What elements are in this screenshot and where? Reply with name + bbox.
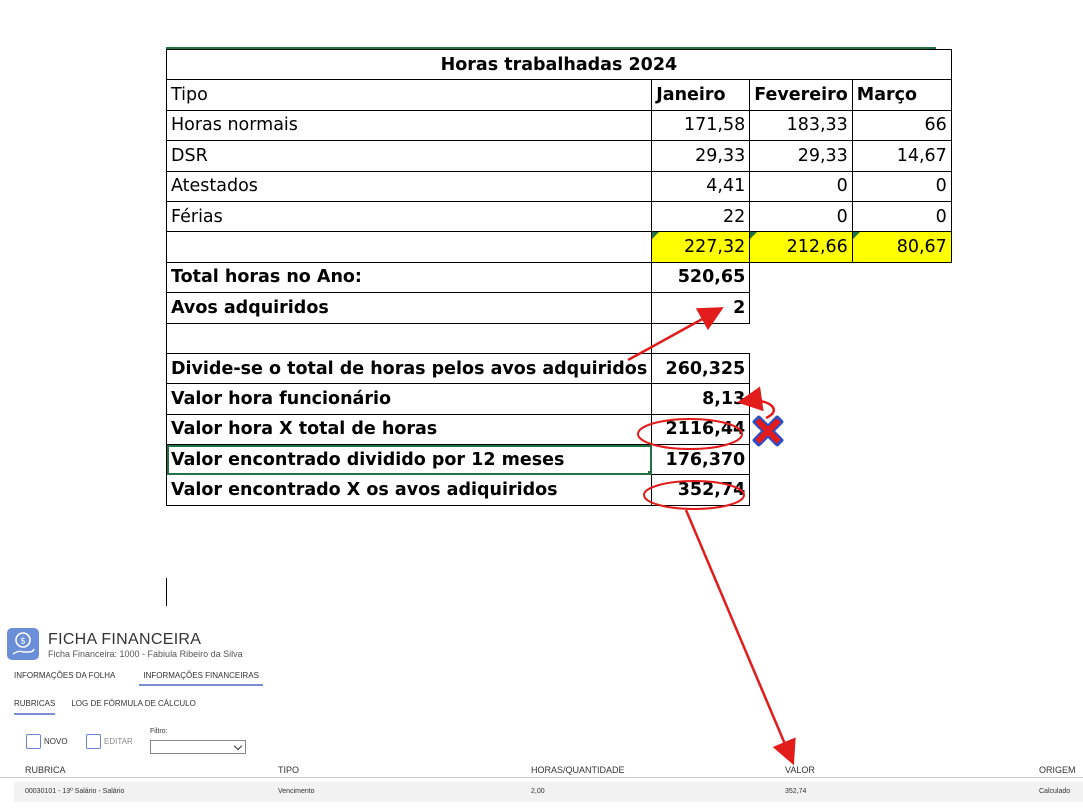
empty-cell	[750, 293, 952, 323]
new-button[interactable]: NOVO	[26, 734, 68, 749]
empty-cell	[750, 323, 952, 353]
col-valor[interactable]: VALOR	[785, 765, 815, 775]
cell-fev[interactable]: 183,33	[749, 109, 853, 142]
avos-value[interactable]: 2	[651, 292, 751, 324]
cell-fev[interactable]: 0	[749, 170, 853, 202]
empty-cell	[750, 445, 952, 475]
col-tipo[interactable]: TIPO	[278, 765, 299, 775]
empty-cell	[750, 414, 952, 444]
toolbar: NOVO EDITAR Filtro:	[26, 728, 266, 760]
spreadsheet-hours-table: Horas trabalhadas 2024 Tipo Janeiro Feve…	[165, 48, 952, 506]
col-horas[interactable]: HORAS/QUANTIDADE	[531, 765, 625, 775]
spacer-row	[165, 323, 653, 354]
row-label[interactable]: Atestados	[165, 170, 653, 202]
tab-log-formula[interactable]: LOG DE FÓRMULA DE CÁLCULO	[71, 699, 195, 715]
header-marco[interactable]: Março	[851, 79, 952, 111]
cell-jan[interactable]: 4,41	[651, 170, 751, 202]
total-ano-label[interactable]: Total horas no Ano:	[165, 261, 653, 294]
calc-label[interactable]: Valor hora funcionário	[165, 383, 653, 415]
total-ano-value[interactable]: 520,65	[651, 261, 751, 294]
cell-fev[interactable]: 0	[749, 200, 853, 233]
edit-icon	[86, 734, 101, 749]
totals-blank-cell[interactable]	[165, 231, 653, 263]
tab-informacoes-folha[interactable]: INFORMAÇÕES DA FOLHA	[14, 671, 115, 686]
total-jan[interactable]: 227,32	[651, 231, 751, 263]
app-title: FICHA FINANCEIRA	[48, 631, 202, 648]
filter-label: Filtro:	[150, 728, 168, 735]
cell-rubrica: 00030101 - 13º Salário - Salário	[25, 788, 125, 795]
calc-label[interactable]: Valor hora X total de horas	[165, 413, 653, 446]
header-fevereiro[interactable]: Fevereiro	[749, 79, 853, 111]
cell-tipo: Vencimento	[278, 788, 315, 795]
calc-label[interactable]: Divide-se o total de horas pelos avos ad…	[165, 352, 653, 385]
row-label[interactable]: DSR	[165, 140, 653, 172]
cell-valor: 352,74	[785, 788, 807, 795]
header-janeiro[interactable]: Janeiro	[651, 79, 751, 111]
empty-cell	[750, 384, 952, 414]
calc-value[interactable]: 8,13	[651, 383, 751, 415]
header-tipo[interactable]: Tipo	[165, 79, 653, 111]
cell-mar[interactable]: 0	[851, 200, 952, 233]
edit-button[interactable]: EDITAR	[86, 734, 133, 749]
cell-mar[interactable]: 14,67	[851, 140, 952, 172]
cell-mar[interactable]: 66	[851, 109, 952, 142]
cell-mar[interactable]: 0	[851, 170, 952, 202]
edit-label: EDITAR	[104, 737, 133, 746]
svg-text:$: $	[20, 637, 26, 647]
app-subtitle: Ficha Financeira: 1000 - Fabiula Ribeiro…	[48, 649, 243, 659]
text-cursor	[166, 578, 167, 606]
calc-value[interactable]: 260,325	[651, 352, 751, 385]
main-tabs: INFORMAÇÕES DA FOLHA INFORMAÇÕES FINANCE…	[14, 671, 291, 686]
table-row[interactable]: 00030101 - 13º Salário - Salário Vencime…	[14, 782, 1083, 802]
sheet-title[interactable]: Horas trabalhadas 2024	[166, 48, 952, 81]
col-origem[interactable]: ORIGEM	[1039, 765, 1076, 775]
spacer-cell	[651, 322, 750, 354]
ficha-financeira-panel: $ FICHA FINANCEIRA Ficha Financeira: 100…	[0, 622, 1083, 810]
col-rubrica[interactable]: RUBRICA	[25, 765, 66, 775]
tab-rubricas[interactable]: RUBRICAS	[14, 699, 56, 715]
sub-tabs: RUBRICAS LOG DE FÓRMULA DE CÁLCULO	[14, 699, 212, 715]
calc-value[interactable]: 352,74	[651, 474, 751, 506]
cell-jan[interactable]: 22	[651, 200, 751, 233]
total-fev[interactable]: 212,66	[749, 231, 853, 263]
empty-cell	[750, 475, 952, 505]
cell-origem: Calculado	[1039, 788, 1071, 795]
row-label[interactable]: Horas normais	[165, 109, 653, 142]
calc-value[interactable]: 176,370	[651, 444, 751, 476]
avos-label[interactable]: Avos adquiridos	[165, 292, 653, 324]
total-mar[interactable]: 80,67	[851, 231, 952, 263]
calc-label[interactable]: Valor encontrado X os avos adiquiridos	[165, 474, 653, 506]
row-label[interactable]: Férias	[165, 200, 653, 233]
cell-jan[interactable]: 171,58	[651, 109, 751, 142]
cell-jan[interactable]: 29,33	[651, 140, 751, 172]
new-label: NOVO	[44, 737, 68, 746]
calc-value[interactable]: 2116,44	[651, 413, 751, 446]
grid-header: RUBRICA TIPO HORAS/QUANTIDADE VALOR ORIG…	[0, 762, 1083, 778]
new-icon	[26, 734, 41, 749]
empty-cell	[750, 262, 952, 292]
filter-select[interactable]	[150, 740, 246, 754]
cell-horas: 2,00	[531, 788, 545, 795]
selected-cell-label[interactable]: Valor encontrado dividido por 12 meses	[165, 444, 653, 476]
empty-cell	[750, 353, 952, 383]
cell-fev[interactable]: 29,33	[749, 140, 853, 172]
money-hand-icon: $	[7, 628, 39, 660]
tab-informacoes-financeiras[interactable]: INFORMAÇÕES FINANCEIRAS	[139, 671, 263, 686]
